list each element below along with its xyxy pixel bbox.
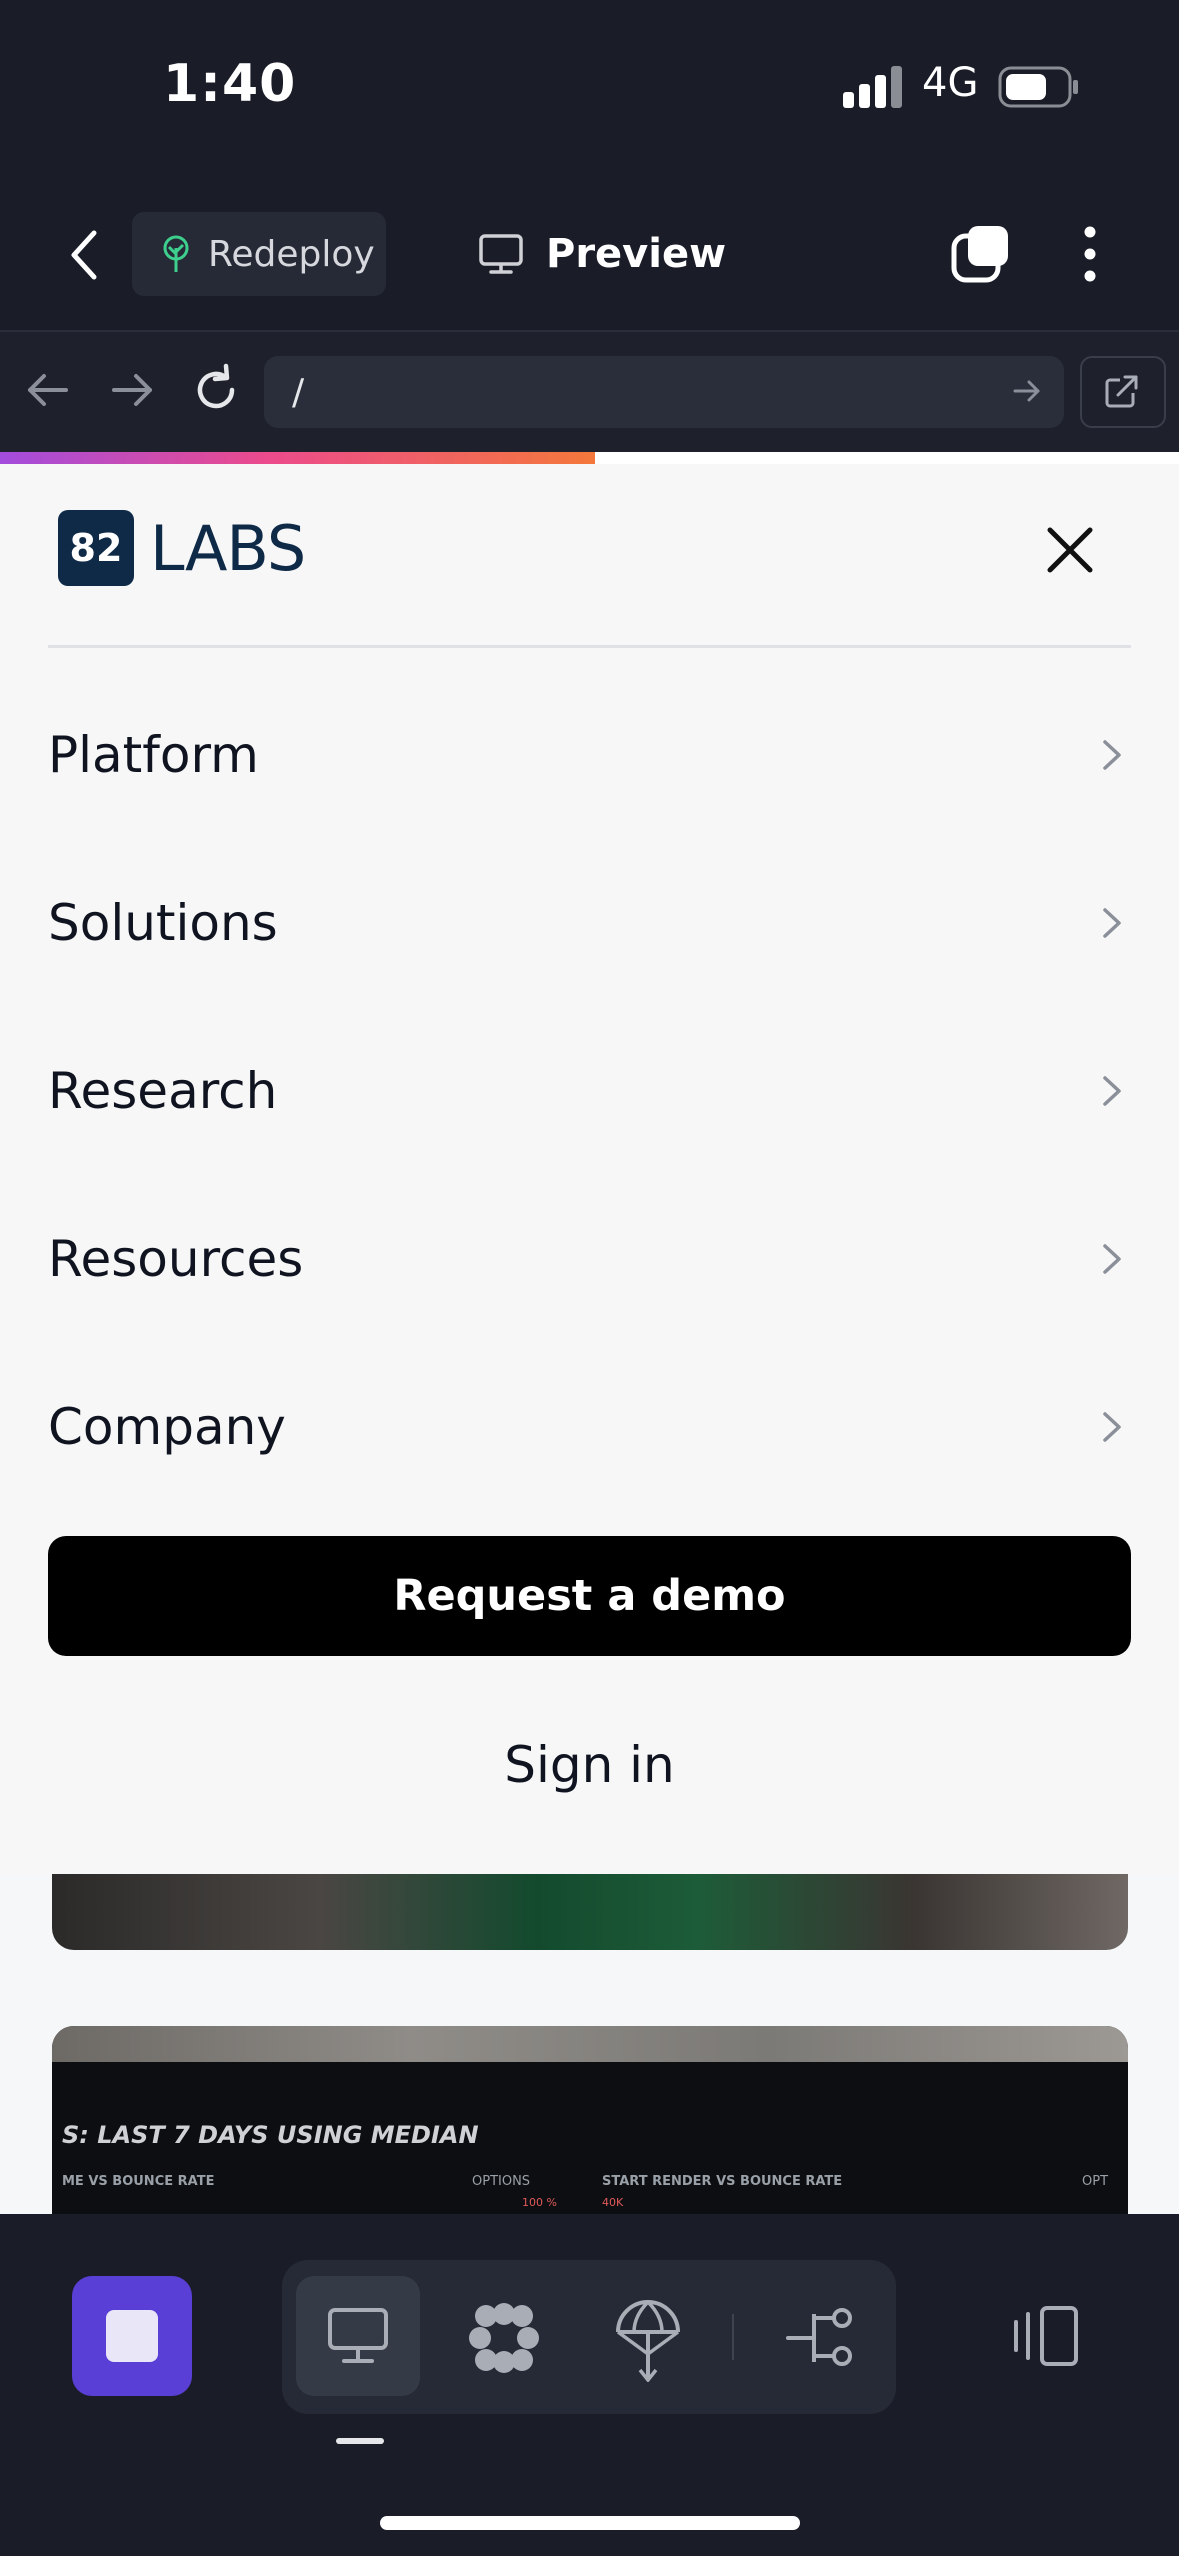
redeploy-button[interactable]: Redeploy [132, 212, 386, 296]
preview-button[interactable]: Preview [478, 222, 726, 286]
chevron-right-icon [1103, 908, 1121, 938]
menu-item-label: Research [48, 1062, 278, 1120]
menu-item-label: Resources [48, 1230, 304, 1288]
tree-icon [163, 235, 189, 272]
stop-button[interactable] [72, 2276, 192, 2396]
active-tab-indicator [336, 2438, 384, 2444]
desktop-view-button[interactable] [296, 2276, 420, 2396]
battery-icon [998, 66, 1078, 108]
page-load-progress [0, 452, 595, 464]
monitor-icon [328, 2308, 388, 2363]
card-dashboard-heading: S: LAST 7 DAYS USING MEDIAN [62, 2121, 479, 2149]
go-arrow-icon[interactable] [1010, 374, 1044, 408]
toolbar-separator [732, 2314, 734, 2360]
redeploy-label: Redeploy [208, 233, 375, 275]
preview-label: Preview [546, 231, 727, 277]
chevron-right-icon [1103, 1244, 1121, 1274]
panels-icon[interactable] [1010, 2304, 1082, 2368]
logo-badge[interactable]: 82 [58, 510, 134, 586]
content-card-dashboard: S: LAST 7 DAYS USING MEDIAN ME VS BOUNCE… [52, 2026, 1128, 2216]
menu-item-resources[interactable]: Resources [48, 1194, 1131, 1324]
monitor-icon [479, 234, 523, 274]
branch-icon[interactable] [784, 2304, 856, 2370]
content-card-image [52, 1874, 1128, 1950]
logo-text[interactable]: LABS [150, 512, 306, 585]
cellular-signal-icon [843, 66, 902, 108]
menu-item-platform[interactable]: Platform [48, 690, 1131, 820]
stop-icon [106, 2310, 158, 2362]
external-link-icon [1105, 375, 1138, 408]
mobile-nav-menu [0, 464, 1179, 1874]
browser-back-icon[interactable] [18, 360, 78, 420]
network-type: 4G [922, 60, 979, 106]
home-indicator[interactable] [380, 2516, 800, 2530]
menu-item-label: Company [48, 1398, 286, 1456]
kebab-menu-icon[interactable] [1070, 222, 1110, 286]
menu-item-company[interactable]: Company [48, 1362, 1131, 1492]
chevron-right-icon [1103, 1076, 1121, 1106]
card-chart-label-left: ME VS BOUNCE RATE [62, 2174, 215, 2189]
card-options-left: OPTIONS [472, 2174, 531, 2189]
copy-icon[interactable] [950, 222, 1014, 286]
sign-in-link[interactable]: Sign in [48, 1700, 1131, 1830]
menu-item-label: Solutions [48, 894, 278, 952]
card-chart-label-right: START RENDER VS BOUNCE RATE [602, 2174, 843, 2189]
card-value-left: 100 % [522, 2196, 557, 2209]
card-image-strip [52, 2026, 1128, 2062]
chevron-right-icon [1103, 1412, 1121, 1442]
card-options-right: OPT [1082, 2174, 1109, 2189]
card-value-right: 40K [602, 2196, 624, 2209]
menu-item-research[interactable]: Research [48, 1026, 1131, 1156]
menu-item-solutions[interactable]: Solutions [48, 858, 1131, 988]
reload-icon[interactable] [186, 360, 246, 420]
menu-item-label: Platform [48, 726, 259, 784]
parachute-icon[interactable] [612, 2298, 684, 2382]
flower-icon[interactable] [466, 2302, 542, 2374]
request-demo-button[interactable]: Request a demo [48, 1536, 1131, 1656]
menu-divider [48, 645, 1131, 648]
browser-forward-icon[interactable] [102, 360, 162, 420]
chevron-right-icon [1103, 740, 1121, 770]
url-input[interactable]: / [264, 356, 1064, 428]
back-chevron-icon[interactable] [60, 225, 110, 285]
status-time: 1:40 [163, 54, 297, 114]
close-icon[interactable] [1040, 520, 1100, 580]
open-external-button[interactable] [1080, 356, 1166, 428]
